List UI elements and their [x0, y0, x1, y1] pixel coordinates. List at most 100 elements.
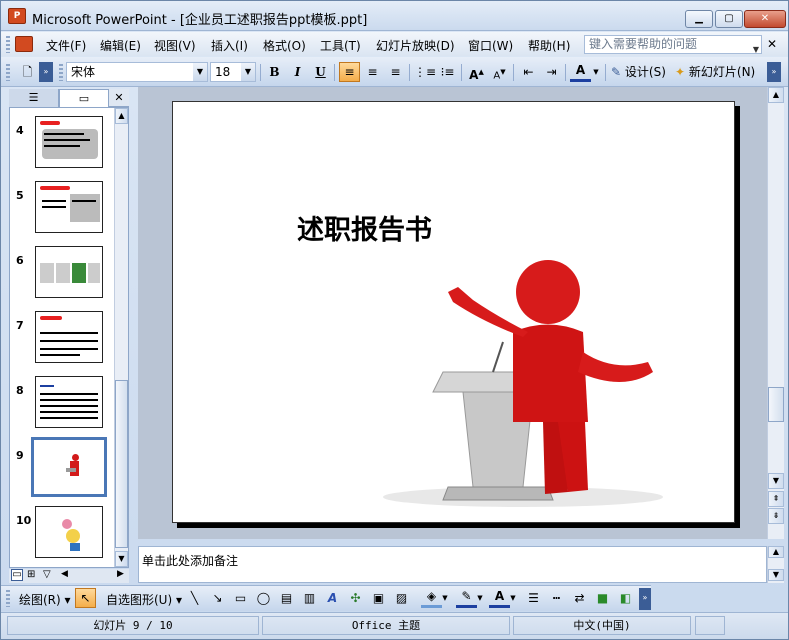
help-search-input[interactable]: 键入需要帮助的问题 ▼ [584, 35, 762, 54]
toolbar-grip-icon-2[interactable] [59, 64, 63, 81]
close-button[interactable]: ✕ [744, 10, 786, 28]
drawbar-grip-icon[interactable] [6, 590, 10, 607]
wordart-icon[interactable]: A [322, 588, 343, 608]
scroll-up-icon[interactable]: ▲ [768, 87, 784, 103]
slide-thumbnail-9[interactable] [31, 437, 107, 497]
hscroll-right-icon[interactable]: ▶ [117, 569, 124, 579]
notes-scrollbar[interactable]: ▲ ▼ [767, 546, 784, 583]
dash-style-icon[interactable]: ┅ [546, 588, 567, 608]
normal-view-icon[interactable]: ▭ [11, 569, 23, 581]
italic-button[interactable]: I [287, 62, 308, 82]
fill-color-icon[interactable]: ◈ [421, 588, 442, 608]
slideshow-icon[interactable]: ▽ [43, 569, 51, 580]
line-icon[interactable]: ╲ [184, 588, 205, 608]
slide-thumbnail-4[interactable] [35, 116, 103, 168]
textbox-icon[interactable]: ▤ [276, 588, 297, 608]
font-name-select[interactable]: 宋体 ▼ [66, 62, 208, 82]
thumbnail-row-selected[interactable]: 9 [10, 437, 115, 501]
align-left-button[interactable]: ≡ [339, 62, 360, 82]
slide-thumbnail-5[interactable] [35, 181, 103, 233]
font-name-dropdown-icon[interactable]: ▼ [193, 63, 207, 81]
menu-insert[interactable]: 插入(I) [211, 37, 248, 54]
thumbnail-scrollbar[interactable]: ▲ ▼ [114, 108, 128, 567]
menu-slideshow[interactable]: 幻灯片放映(D) [376, 37, 455, 54]
previous-slide-icon[interactable]: ⇞ [768, 491, 784, 507]
bold-button[interactable]: B [264, 62, 285, 82]
slide-thumbnail-7[interactable] [35, 311, 103, 363]
maximize-button[interactable]: ▢ [715, 10, 743, 28]
thumbnail-row[interactable]: 4 [10, 116, 115, 176]
slide-sorter-icon[interactable]: ⊞ [27, 569, 35, 580]
menu-edit[interactable]: 编辑(E) [100, 37, 141, 54]
font-size-select[interactable]: 18 ▼ [210, 62, 256, 82]
scroll-down-icon[interactable]: ▼ [768, 569, 784, 581]
menu-help[interactable]: 帮助(H) [528, 37, 570, 54]
font-size-dropdown-icon[interactable]: ▼ [241, 63, 255, 81]
hscroll-left-icon[interactable]: ◀ [61, 569, 68, 579]
notes-pane[interactable]: 单击此处添加备注 [138, 546, 767, 583]
help-dropdown-icon[interactable]: ▼ [753, 41, 759, 58]
toolbar-options-icon-2[interactable]: » [767, 62, 781, 82]
drawbar-font-color-icon[interactable]: A [489, 588, 510, 608]
drawbar-options-icon[interactable]: » [639, 588, 651, 610]
line-color-icon[interactable]: ✎ [456, 588, 477, 608]
oval-icon[interactable]: ◯ [253, 588, 274, 608]
menu-view[interactable]: 视图(V) [154, 37, 196, 54]
drawbar-font-color-dropdown-icon[interactable]: ▼ [509, 588, 517, 608]
increase-font-size-icon[interactable]: A▲ [466, 62, 487, 82]
thumbnail-row[interactable]: 6 [10, 246, 115, 306]
fill-color-dropdown-icon[interactable]: ▼ [441, 588, 449, 608]
document-icon[interactable] [15, 36, 33, 52]
toolbar-options-icon[interactable]: » [39, 62, 53, 82]
line-style-icon[interactable]: ☰ [523, 588, 544, 608]
3d-style-icon[interactable]: ◧ [615, 588, 636, 608]
clipart-icon[interactable]: ▣ [368, 588, 389, 608]
slide-thumbnail-6[interactable] [35, 246, 103, 298]
slide-thumbnail-8[interactable] [35, 376, 103, 428]
tab-slides[interactable]: ▭ [59, 89, 109, 107]
align-center-button[interactable]: ≡ [362, 62, 383, 82]
slide-scrollbar[interactable]: ▲ ▼ ⇞ ⇟ [767, 87, 784, 539]
close-panel-icon[interactable]: ✕ [111, 89, 127, 107]
design-button[interactable]: ✎ 设计(S) [611, 62, 671, 82]
document-close-icon[interactable]: ✕ [767, 37, 777, 51]
shadow-style-icon[interactable]: ■ [592, 588, 613, 608]
menu-file[interactable]: 文件(F) [46, 37, 86, 54]
arrow-icon[interactable]: ↘ [207, 588, 228, 608]
font-color-dropdown-icon[interactable]: ▼ [591, 62, 601, 82]
minimize-button[interactable]: ▁ [685, 10, 713, 28]
thumbnail-row[interactable]: 8 [10, 376, 115, 436]
toolbar-grip-icon[interactable] [6, 64, 10, 81]
autoshapes-button[interactable]: 自选图形(U) ▾ [106, 591, 182, 608]
bullets-icon[interactable]: ⁝≡ [437, 62, 458, 82]
next-slide-icon[interactable]: ⇟ [768, 508, 784, 524]
speaker-figure-image[interactable] [363, 242, 683, 512]
diagram-icon[interactable]: ✣ [345, 588, 366, 608]
new-slide-button[interactable]: ✦ 新幻灯片(N) [675, 62, 765, 82]
increase-indent-icon[interactable]: ⇥ [541, 62, 562, 82]
menu-format[interactable]: 格式(O) [263, 37, 306, 54]
thumbnail-row[interactable]: 7 [10, 311, 115, 371]
tab-outline[interactable]: ☰ [9, 89, 59, 107]
decrease-font-size-icon[interactable]: A▼ [489, 62, 510, 82]
rectangle-icon[interactable]: ▭ [230, 588, 251, 608]
insert-picture-icon[interactable]: ▨ [391, 588, 412, 608]
menu-tools[interactable]: 工具(T) [320, 37, 361, 54]
scroll-thumb[interactable] [768, 387, 784, 422]
decrease-indent-icon[interactable]: ⇤ [518, 62, 539, 82]
underline-button[interactable]: U [310, 62, 331, 82]
arrow-style-icon[interactable]: ⇄ [569, 588, 590, 608]
menubar-grip-icon[interactable] [6, 36, 10, 53]
line-color-dropdown-icon[interactable]: ▼ [476, 588, 484, 608]
font-color-icon[interactable]: A [570, 62, 591, 82]
thumbnail-row[interactable]: 10 [10, 506, 115, 566]
current-slide[interactable]: 述职报告书 [172, 101, 735, 523]
scroll-thumb[interactable] [115, 380, 128, 548]
menu-window[interactable]: 窗口(W) [468, 37, 513, 54]
powerpoint-app-icon[interactable]: P [8, 8, 26, 24]
scroll-down-icon[interactable]: ▼ [115, 551, 128, 567]
draw-menu-button[interactable]: 绘图(R) ▾ [19, 591, 71, 608]
numbering-icon[interactable]: ⋮≡ [414, 62, 436, 82]
thumbnail-row[interactable]: 5 [10, 181, 115, 241]
vertical-textbox-icon[interactable]: ▥ [299, 588, 320, 608]
